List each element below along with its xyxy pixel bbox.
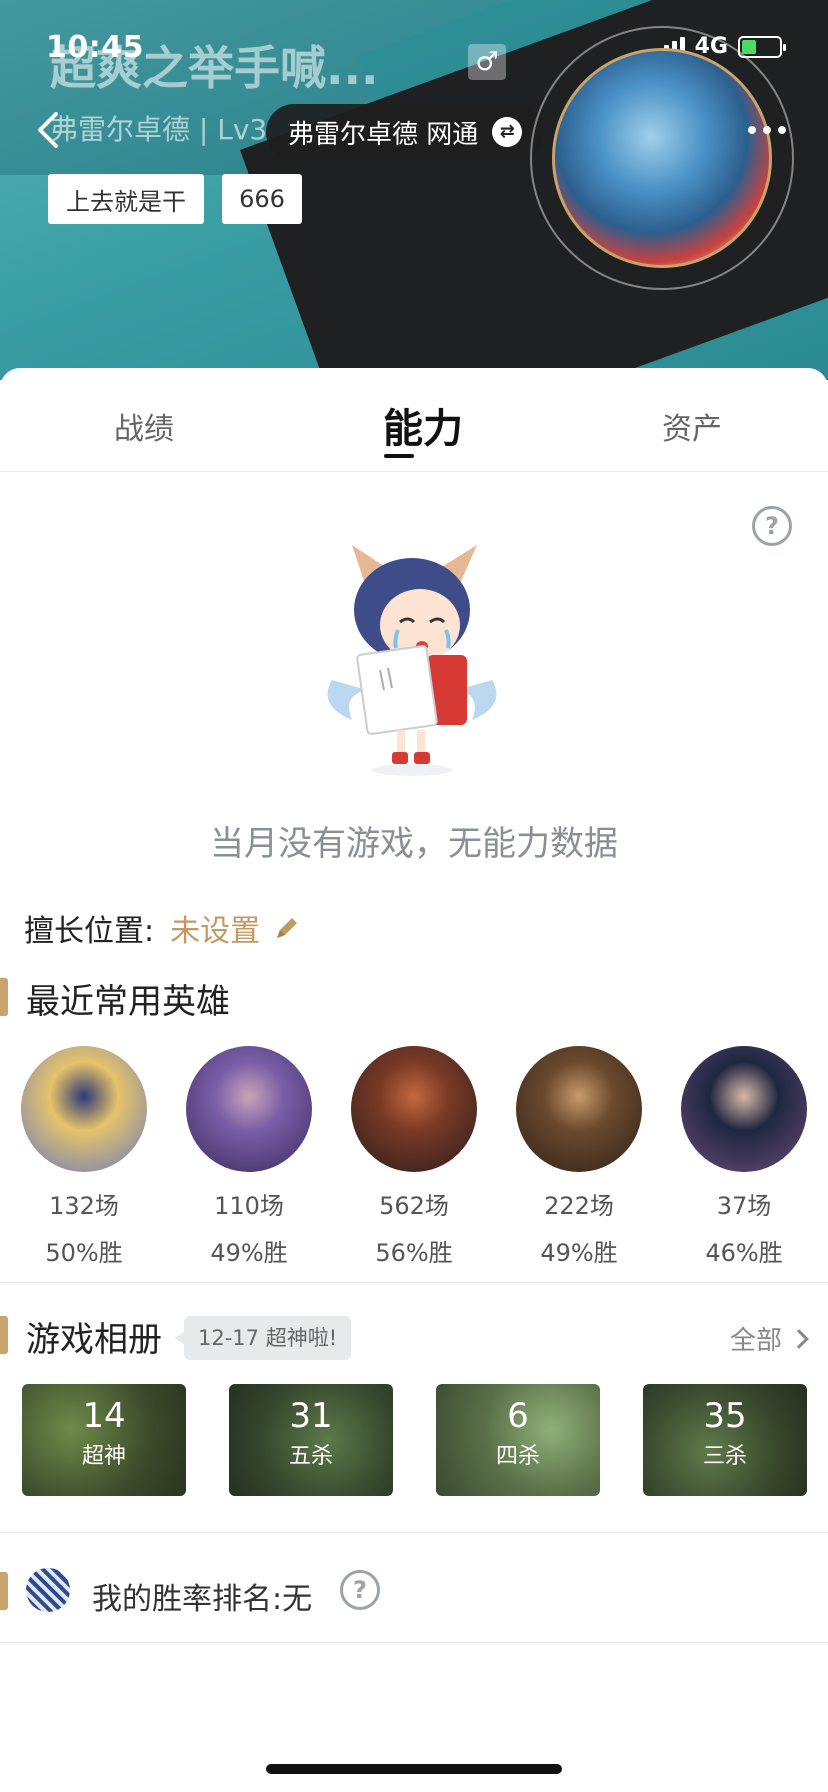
hero-winrate: 56%胜 bbox=[375, 1239, 453, 1267]
hero-portrait[interactable] bbox=[681, 1046, 807, 1172]
album-highlight-badge[interactable]: 12-17 超神啦! bbox=[173, 1316, 352, 1360]
swap-icon: ⇄ bbox=[492, 117, 523, 147]
win-rank-text: 我的胜率排名:无 bbox=[92, 1582, 313, 1617]
section-divider bbox=[0, 1532, 828, 1533]
album-label: 超神 bbox=[81, 1444, 126, 1469]
hero-portrait[interactable] bbox=[516, 1046, 642, 1172]
hero-portrait[interactable] bbox=[186, 1046, 312, 1172]
hero-portrait[interactable] bbox=[351, 1046, 477, 1172]
album-count: 6 bbox=[507, 1396, 529, 1436]
hero-games: 37场 bbox=[716, 1192, 772, 1220]
album-view-all-link[interactable]: 全部 bbox=[729, 1320, 809, 1357]
section-accent-bar bbox=[0, 1572, 8, 1610]
position-label: 擅长位置: bbox=[24, 914, 155, 949]
preferred-position-row[interactable]: 擅长位置: 未设置 bbox=[24, 906, 302, 950]
gender-icon: ♂ bbox=[468, 44, 506, 80]
player-tag[interactable]: 上去就是干 bbox=[48, 174, 204, 224]
hero-item[interactable]: 132场 50%胜 bbox=[21, 1046, 147, 1268]
hero-item[interactable]: 562场 56%胜 bbox=[351, 1046, 477, 1268]
chevron-right-icon bbox=[789, 1328, 809, 1349]
hero-item[interactable]: 110场 49%胜 bbox=[186, 1046, 312, 1268]
help-icon[interactable]: ? bbox=[340, 1570, 380, 1610]
section-divider bbox=[0, 1282, 828, 1283]
section-accent-bar bbox=[0, 1316, 8, 1354]
hero-portrait[interactable] bbox=[21, 1046, 147, 1172]
album-label: 四杀 bbox=[495, 1444, 540, 1469]
album-card-penta[interactable]: 31 五杀 bbox=[229, 1384, 393, 1496]
hero-winrate: 49%胜 bbox=[210, 1239, 288, 1267]
hero-games: 110场 bbox=[214, 1192, 284, 1220]
crying-mascot-illustration bbox=[327, 545, 497, 776]
view-all-label: 全部 bbox=[729, 1326, 782, 1356]
help-icon[interactable]: ? bbox=[752, 506, 792, 546]
empty-state-message: 当月没有游戏，无能力数据 bbox=[210, 824, 618, 864]
server-switch-button[interactable]: 弗雷尔卓德 网通 ⇄ bbox=[266, 104, 545, 160]
tab-assets[interactable]: 资产 bbox=[662, 404, 722, 448]
game-album-title: 游戏相册 bbox=[26, 1320, 162, 1360]
hero-item[interactable]: 37场 46%胜 bbox=[681, 1046, 807, 1268]
avatar[interactable] bbox=[552, 48, 772, 268]
tab-ability[interactable]: 能力 bbox=[383, 396, 463, 454]
section-accent-bar bbox=[0, 978, 8, 1016]
album-count: 35 bbox=[703, 1396, 747, 1436]
album-count: 14 bbox=[82, 1396, 126, 1436]
server-name: 弗雷尔卓德 网通 bbox=[288, 119, 479, 150]
album-card-triple[interactable]: 35 三杀 bbox=[643, 1384, 807, 1496]
edit-pencil-icon[interactable] bbox=[272, 913, 302, 943]
album-label: 三杀 bbox=[702, 1444, 747, 1469]
hero-winrate: 46%胜 bbox=[705, 1239, 783, 1267]
album-card-quadra[interactable]: 6 四杀 bbox=[436, 1384, 600, 1496]
status-time: 10:45 bbox=[46, 30, 144, 65]
home-indicator bbox=[266, 1764, 562, 1774]
profile-header: 超爽之举手喊... ♂ 10:45 4G 弗雷尔卓德 | Lv3 弗雷尔卓德 网… bbox=[0, 0, 828, 380]
hero-item[interactable]: 222场 49%胜 bbox=[516, 1046, 642, 1268]
hero-games: 132场 bbox=[49, 1192, 119, 1220]
section-divider bbox=[0, 1642, 828, 1643]
more-options-icon[interactable] bbox=[748, 126, 786, 134]
album-label: 五杀 bbox=[288, 1444, 333, 1469]
recent-heroes-title: 最近常用英雄 bbox=[26, 982, 230, 1022]
rank-avatar bbox=[26, 1568, 70, 1612]
album-count: 31 bbox=[289, 1396, 333, 1436]
hero-games: 222场 bbox=[544, 1192, 614, 1220]
album-card-legendary[interactable]: 14 超神 bbox=[22, 1384, 186, 1496]
hero-games: 562场 bbox=[379, 1192, 449, 1220]
player-subtitle: 弗雷尔卓德 | Lv3 bbox=[50, 113, 268, 146]
active-tab-indicator bbox=[384, 454, 414, 458]
hero-winrate: 49%胜 bbox=[540, 1239, 618, 1267]
hero-winrate: 50%胜 bbox=[45, 1239, 123, 1267]
position-value[interactable]: 未设置 bbox=[170, 906, 260, 950]
player-tag[interactable]: 666 bbox=[222, 174, 302, 224]
tab-bar: 战绩 能力 资产 bbox=[0, 368, 828, 472]
tab-stats[interactable]: 战绩 bbox=[114, 404, 174, 448]
